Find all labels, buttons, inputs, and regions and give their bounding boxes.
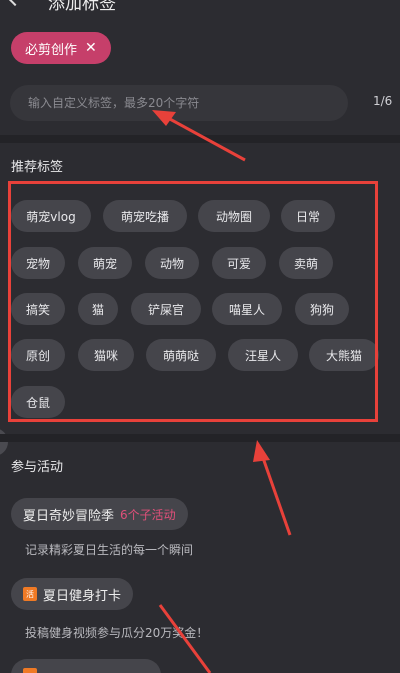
activity-description: 记录精彩夏日生活的每一个瞬间 <box>25 543 194 557</box>
selected-tag-label: 必剪创作 <box>25 42 78 58</box>
selected-tag-chip[interactable]: 必剪创作 ✕ <box>11 32 111 64</box>
tag-chip[interactable]: 萌宠 <box>78 247 132 279</box>
tag-chip[interactable]: 卖萌 <box>279 247 333 279</box>
page-title: 添加标签 <box>48 0 116 14</box>
activity-label: 夏日健身打卡 <box>43 588 122 604</box>
activity-description: 投稿健身视频参与瓜分20万奖金！ <box>25 626 209 640</box>
close-icon[interactable]: ✕ <box>85 41 97 55</box>
activity-chip-summer-adventure[interactable]: 夏日奇妙冒险季 6个子活动 <box>11 498 188 530</box>
tag-chip[interactable]: 铲屎官 <box>131 293 201 325</box>
tag-chip[interactable]: 日常 <box>281 200 335 232</box>
tag-chip[interactable]: 动物 <box>145 247 199 279</box>
custom-tag-input[interactable] <box>10 85 348 121</box>
recommended-section-title: 推荐标签 <box>11 160 64 175</box>
activity-badge-icon <box>23 668 37 673</box>
tag-chip[interactable]: 原创 <box>11 339 65 371</box>
tag-chip[interactable]: 汪星人 <box>228 339 298 371</box>
tag-chip[interactable]: 喵星人 <box>212 293 282 325</box>
tag-chip[interactable]: 可爱 <box>212 247 266 279</box>
tag-chip[interactable]: 狗狗 <box>295 293 349 325</box>
tag-counter: 1/6 <box>373 94 393 108</box>
section-divider <box>0 135 400 143</box>
activity-label: 夏日奇妙冒险季 <box>23 508 115 524</box>
tag-chip[interactable]: 仓鼠 <box>11 386 65 418</box>
tag-chip[interactable]: 动物圈 <box>198 200 270 232</box>
section-divider <box>0 434 400 442</box>
activity-badge-icon: 活 <box>23 587 37 601</box>
tag-chip[interactable]: 宠物 <box>11 247 65 279</box>
arrow-to-tags <box>260 454 292 536</box>
tag-chip[interactable]: 萌宠吃播 <box>103 200 187 232</box>
tag-chip[interactable]: 萌宠vlog <box>11 200 91 232</box>
top-bar: 添加标签 <box>0 0 400 14</box>
activity-sub-count: 6个子活动 <box>120 507 176 522</box>
tag-chip[interactable]: 萌萌哒 <box>146 339 216 371</box>
tag-chip[interactable]: 猫咪 <box>78 339 134 371</box>
side-handle <box>0 428 8 456</box>
activity-chip-fitness[interactable]: 活 夏日健身打卡 <box>11 578 134 610</box>
tag-chip[interactable]: 大熊猫 <box>309 339 379 371</box>
back-arrow-icon[interactable] <box>7 0 23 7</box>
activities-section-title: 参与活动 <box>11 460 64 475</box>
tag-chip[interactable]: 搞笑 <box>11 293 65 325</box>
activity-chip-partial[interactable] <box>11 659 161 673</box>
arrowhead-tags <box>253 440 270 462</box>
tag-chip[interactable]: 猫 <box>78 293 118 325</box>
